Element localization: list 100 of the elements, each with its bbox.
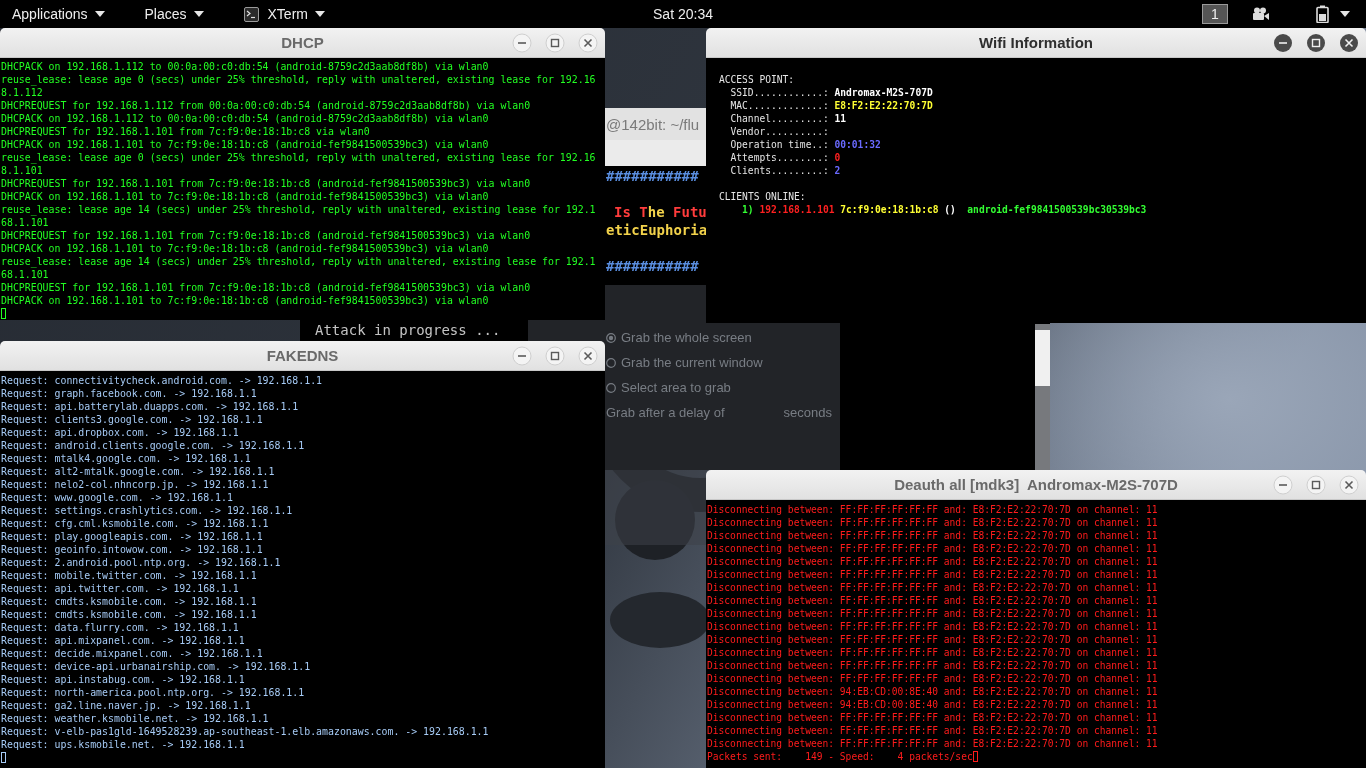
section-heading: ACCESS POINT:	[719, 73, 796, 86]
radio-button[interactable]	[606, 332, 616, 343]
field-label: Vendor..........:	[730, 126, 829, 137]
scrollbar[interactable]	[1035, 324, 1050, 470]
window-title: Wifi Information	[979, 34, 1093, 51]
window-title: Deauth all [mdk3] Andromax-M2S-707D	[894, 476, 1178, 493]
terminal-line: Request: api.twitter.com. -> 192.168.1.1	[1, 582, 240, 595]
terminal-line: Disconnecting between: FF:FF:FF:FF:FF:FF and: E8:F2:E2:22:70:7D on channel: 11	[707, 620, 1159, 633]
field-label: Clients.........:	[730, 165, 829, 176]
terminal-line: Request: cmdts.ksmobile.com. -> 192.168.1.1	[1, 608, 258, 621]
option-label: Grab the current window	[621, 355, 763, 370]
terminal-line: reuse_lease: lease age 0 (secs) under 25% threshold, reply with unaltered, existing lease for 192.16	[1, 151, 597, 164]
terminal-line: Disconnecting between: FF:FF:FF:FF:FF:FF and: E8:F2:E2:22:70:7D on channel: 11	[707, 646, 1159, 659]
close-button[interactable]	[1339, 474, 1359, 495]
terminal-line: DHCPACK on 192.168.1.112 to 00:0a:00:c0:db:54 (android-8759c2d3aab8df8b) via wlan0	[1, 112, 490, 125]
close-button[interactable]	[578, 345, 598, 366]
close-button[interactable]	[578, 32, 598, 53]
minimize-button[interactable]	[512, 32, 532, 53]
menu-button[interactable]: Places	[134, 0, 214, 28]
field-value: 0	[834, 152, 841, 163]
terminal-line: Request: connectivitycheck.android.com. -> 192.168.1.1	[1, 374, 324, 387]
terminal-line: Disconnecting between: FF:FF:FF:FF:FF:FF and: E8:F2:E2:22:70:7D on channel: 11	[707, 516, 1159, 529]
client-number: 1)	[742, 203, 754, 216]
terminal-line: Request: api.batterylab.duapps.com. -> 192.168.1.1	[1, 400, 300, 413]
terminal-line: Disconnecting between: FF:FF:FF:FF:FF:FF and: E8:F2:E2:22:70:7D on channel: 11	[707, 633, 1159, 646]
terminal-line: Request: data.flurry.com. -> 192.168.1.1	[1, 621, 240, 634]
terminal-line: Request: north-america.pool.ntp.org. -> 192.168.1.1	[1, 686, 306, 699]
field-label: MAC.............:	[730, 100, 829, 111]
caret-icon	[94, 11, 105, 17]
field-value: Andromax-M2S-707D	[834, 87, 933, 98]
terminal-line: Disconnecting between: 94:EB:CD:00:8E:40 and: E8:F2:E2:22:70:7D on channel: 11	[707, 685, 1159, 698]
maximize-button[interactable]	[545, 32, 565, 53]
terminal-line: Disconnecting between: FF:FF:FF:FF:FF:FF and: E8:F2:E2:22:70:7D on channel: 11	[707, 568, 1159, 581]
maximize-button[interactable]	[1306, 474, 1326, 495]
terminal-line: DHCPREQUEST for 192.168.1.101 from 7c:f9:0e:18:1b:c8 (android-fef9841500539bc3) via wlan0	[1, 281, 532, 294]
minimize-button[interactable]	[1273, 32, 1293, 53]
maximize-button[interactable]	[1306, 32, 1326, 53]
hostname: android-fef9841500539bc30539bc3	[967, 203, 1147, 216]
terminal-line: Disconnecting between: FF:FF:FF:FF:FF:FF and: E8:F2:E2:22:70:7D on channel: 11	[707, 737, 1159, 750]
caret-icon	[315, 11, 325, 17]
radio-button[interactable]	[606, 382, 616, 393]
terminal-line: Request: mtalk4.google.com. -> 192.168.1.1	[1, 452, 252, 465]
terminal-line: Request: api.mixpanel.com. -> 192.168.1.1	[1, 634, 246, 647]
unit-label: seconds	[783, 405, 832, 420]
caret-icon	[1340, 11, 1350, 17]
terminal-icon	[243, 6, 259, 22]
terminal-line: reuse_lease: lease age 14 (secs) under 25% threshold, reply with unaltered, existing lease for 192.1	[1, 255, 597, 268]
delay-label: Grab after a delay of	[606, 405, 725, 420]
close-button[interactable]	[1339, 32, 1359, 53]
terminal-line: DHCPREQUEST for 192.168.1.112 from 00:0a:00:c0:db:54 (android-8759c2d3aab8df8b) via wlan0	[1, 99, 532, 112]
terminal-line: Attack in progress ...	[315, 321, 501, 339]
terminal-line: reuse_lease: lease age 14 (secs) under 25% threshold, reply with unaltered, existing lease for 192.1	[1, 203, 597, 216]
terminal-line: Request: mobile.twitter.com. -> 192.168.1.1	[1, 569, 258, 582]
minimize-button[interactable]	[512, 345, 532, 366]
terminal-line: reuse_lease: lease age 0 (secs) under 25% threshold, reply with unaltered, existing lease for 192.16	[1, 73, 597, 86]
section-heading: CLIENTS ONLINE:	[719, 190, 807, 203]
battery-icon[interactable]	[1316, 5, 1330, 23]
terminal-line: 8.1.112	[1, 86, 44, 99]
field-label: SSID............:	[730, 87, 829, 98]
radio-button[interactable]	[606, 357, 616, 368]
terminal-line: ###########	[606, 167, 699, 185]
terminal-line: Request: device-api.urbanairship.com. -> 192.168.1.1	[1, 660, 312, 673]
terminal-line: Disconnecting between: FF:FF:FF:FF:FF:FF and: E8:F2:E2:22:70:7D on channel: 11	[707, 529, 1159, 542]
terminal-line: Disconnecting between: 94:EB:CD:00:8E:40 and: E8:F2:E2:22:70:7D on channel: 11	[707, 698, 1159, 711]
terminal-line: Request: api.dropbox.com. -> 192.168.1.1	[1, 426, 240, 439]
minimize-button[interactable]	[1273, 474, 1293, 495]
terminal-line: DHCPACK on 192.168.1.112 to 00:0a:00:c0:db:54 (android-8759c2d3aab8df8b) via wlan0	[1, 60, 490, 73]
workspace-button[interactable]: 1	[1202, 4, 1228, 24]
text-cursor	[972, 751, 978, 762]
terminal-line: Request: ga2.line.naver.jp. -> 192.168.1.1	[1, 699, 252, 712]
field-label: Operation time..:	[730, 139, 829, 150]
video-camera-icon[interactable]	[1252, 7, 1270, 21]
terminal-line: Request: weather.ksmobile.net. -> 192.168.1.1	[1, 712, 270, 725]
text-cursor	[1, 752, 6, 763]
maximize-button[interactable]	[545, 345, 565, 366]
field-value: E8:F2:E2:22:70:7D	[834, 100, 933, 111]
menu-button[interactable]: Applications	[2, 0, 115, 28]
window-title: DHCP	[281, 34, 324, 51]
terminal-line: Request: cmdts.ksmobile.com. -> 192.168.1.1	[1, 595, 258, 608]
field-label: Channel.........:	[730, 113, 829, 124]
terminal-line: Disconnecting between: FF:FF:FF:FF:FF:FF and: E8:F2:E2:22:70:7D on channel: 11	[707, 659, 1159, 672]
terminal-line: Request: alt2-mtalk.google.com. -> 192.168.1.1	[1, 465, 276, 478]
clock: Sat 20:34	[653, 6, 713, 22]
caret-icon	[193, 11, 204, 17]
terminal-line: Disconnecting between: FF:FF:FF:FF:FF:FF and: E8:F2:E2:22:70:7D on channel: 11	[707, 711, 1159, 724]
terminal-line: eticEuphoria	[606, 221, 708, 239]
terminal-line: Packets sent: 149 - Speed: 4 packets/sec	[707, 751, 973, 762]
menu-button[interactable]: XTerm	[233, 0, 335, 28]
terminal-line: Request: geoinfo.intowow.com. -> 192.168.1.1	[1, 543, 264, 556]
vendor-text: ()	[944, 203, 956, 216]
mac-address: 7c:f9:0e:18:1b:c8	[840, 203, 939, 216]
terminal-line: Request: android.clients.google.com. -> 192.168.1.1	[1, 439, 306, 452]
terminal-line: 68.1.101	[1, 216, 50, 229]
terminal-line: Disconnecting between: FF:FF:FF:FF:FF:FF and: E8:F2:E2:22:70:7D on channel: 11	[707, 607, 1159, 620]
terminal-line: Request: graph.facebook.com. -> 192.168.1.1	[1, 387, 258, 400]
field-label: Attempts........:	[730, 152, 829, 163]
terminal-line: 8.1.101	[1, 164, 44, 177]
terminal-line: Request: clients3.google.com. -> 192.168.1.1	[1, 413, 264, 426]
terminal-line: Request: api.instabug.com. -> 192.168.1.1	[1, 673, 246, 686]
terminal-line: Disconnecting between: FF:FF:FF:FF:FF:FF and: E8:F2:E2:22:70:7D on channel: 11	[707, 542, 1159, 555]
